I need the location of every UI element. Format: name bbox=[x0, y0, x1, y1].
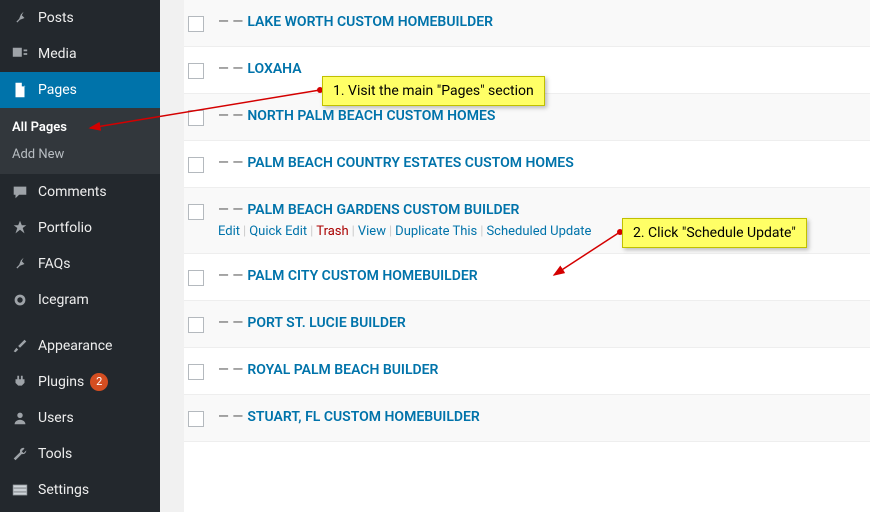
page-row: — —STUART, FL CUSTOM HOMEBUILDER bbox=[184, 395, 870, 442]
row-content: — —LOXAHA bbox=[218, 61, 860, 77]
submenu-all-pages[interactable]: All Pages bbox=[0, 114, 160, 141]
hierarchy-prefix: — — bbox=[218, 202, 243, 218]
sliders-icon bbox=[10, 480, 30, 500]
select-checkbox[interactable] bbox=[188, 16, 204, 32]
sidebar-item-label: Plugins bbox=[38, 374, 84, 390]
sidebar-item-label: Portfolio bbox=[38, 220, 92, 236]
sidebar-item-tools[interactable]: Tools bbox=[0, 436, 160, 472]
admin-sidebar: Posts Media Pages All Pages Add New Comm… bbox=[0, 0, 160, 512]
hierarchy-prefix: — — bbox=[218, 268, 243, 284]
hierarchy-prefix: — — bbox=[218, 155, 243, 171]
pin-icon bbox=[10, 8, 30, 28]
hierarchy-prefix: — — bbox=[218, 362, 243, 378]
action-quick-edit[interactable]: Quick Edit bbox=[249, 224, 307, 239]
brush-icon bbox=[10, 336, 30, 356]
pin-icon bbox=[10, 254, 30, 274]
sidebar-item-label: Icegram bbox=[38, 292, 89, 308]
hierarchy-prefix: — — bbox=[218, 61, 243, 77]
row-content: — —NORTH PALM BEACH CUSTOM HOMES bbox=[218, 108, 860, 124]
hierarchy-prefix: — — bbox=[218, 409, 243, 425]
star-icon bbox=[10, 218, 30, 238]
sidebar-item-comments[interactable]: Comments bbox=[0, 174, 160, 210]
select-checkbox[interactable] bbox=[188, 270, 204, 286]
sidebar-item-label: Appearance bbox=[38, 338, 112, 354]
page-title-link[interactable]: PALM CITY CUSTOM HOMEBUILDER bbox=[247, 268, 477, 284]
page-title-link[interactable]: PORT ST. LUCIE BUILDER bbox=[247, 315, 405, 331]
page-icon bbox=[10, 80, 30, 100]
plug-icon bbox=[10, 372, 30, 392]
sidebar-item-portfolio[interactable]: Portfolio bbox=[0, 210, 160, 246]
submenu-add-new[interactable]: Add New bbox=[0, 141, 160, 168]
sidebar-item-label: Settings bbox=[38, 482, 89, 498]
sidebar-item-icegram[interactable]: Icegram bbox=[0, 282, 160, 318]
row-content: — —PORT ST. LUCIE BUILDER bbox=[218, 315, 860, 331]
sidebar-item-label: Posts bbox=[38, 10, 74, 26]
page-row: — —PORT ST. LUCIE BUILDER bbox=[184, 301, 870, 348]
page-title-link[interactable]: STUART, FL CUSTOM HOMEBUILDER bbox=[247, 409, 479, 425]
select-checkbox[interactable] bbox=[188, 157, 204, 173]
page-title-link[interactable]: NORTH PALM BEACH CUSTOM HOMES bbox=[247, 108, 495, 124]
sidebar-item-label: Users bbox=[38, 410, 74, 426]
callout-schedule-update: 2. Click "Schedule Update" bbox=[622, 218, 807, 248]
plugins-badge: 2 bbox=[90, 373, 108, 391]
select-checkbox[interactable] bbox=[188, 204, 204, 220]
action-scheduled-update[interactable]: Scheduled Update bbox=[486, 224, 591, 239]
sidebar-item-posts[interactable]: Posts bbox=[0, 0, 160, 36]
user-icon bbox=[10, 408, 30, 428]
row-content: — —ROYAL PALM BEACH BUILDER bbox=[218, 362, 860, 378]
wrench-icon bbox=[10, 444, 30, 464]
row-content: — —LAKE WORTH CUSTOM HOMEBUILDER bbox=[218, 14, 860, 30]
page-title-link[interactable]: PALM BEACH COUNTRY ESTATES CUSTOM HOMES bbox=[247, 155, 573, 171]
action-trash[interactable]: Trash bbox=[316, 224, 348, 239]
circle-icon bbox=[10, 290, 30, 310]
select-checkbox[interactable] bbox=[188, 364, 204, 380]
page-title-link[interactable]: PALM BEACH GARDENS CUSTOM BUILDER bbox=[247, 202, 519, 218]
sidebar-submenu-pages: All Pages Add New bbox=[0, 108, 160, 174]
media-icon bbox=[10, 44, 30, 64]
hierarchy-prefix: — — bbox=[218, 315, 243, 331]
sidebar-item-media[interactable]: Media bbox=[0, 36, 160, 72]
select-checkbox[interactable] bbox=[188, 110, 204, 126]
comment-icon bbox=[10, 182, 30, 202]
page-row: — —LAKE WORTH CUSTOM HOMEBUILDER bbox=[184, 0, 870, 47]
sidebar-item-label: Comments bbox=[38, 184, 107, 200]
row-content: — —STUART, FL CUSTOM HOMEBUILDER bbox=[218, 409, 860, 425]
page-row: — —PALM CITY CUSTOM HOMEBUILDER bbox=[184, 254, 870, 301]
sidebar-item-pages[interactable]: Pages bbox=[0, 72, 160, 108]
sidebar-item-settings[interactable]: Settings bbox=[0, 472, 160, 508]
hierarchy-prefix: — — bbox=[218, 108, 243, 124]
page-title-link[interactable]: LOXAHA bbox=[247, 61, 301, 77]
page-title-link[interactable]: ROYAL PALM BEACH BUILDER bbox=[247, 362, 438, 378]
action-edit[interactable]: Edit bbox=[218, 224, 240, 239]
action-view[interactable]: View bbox=[358, 224, 386, 239]
page-row: — —PALM BEACH COUNTRY ESTATES CUSTOM HOM… bbox=[184, 141, 870, 188]
callout-pages: 1. Visit the main "Pages" section bbox=[322, 76, 545, 106]
row-content: — —PALM BEACH COUNTRY ESTATES CUSTOM HOM… bbox=[218, 155, 860, 171]
sidebar-item-users[interactable]: Users bbox=[0, 400, 160, 436]
sidebar-item-label: Tools bbox=[38, 446, 72, 462]
hierarchy-prefix: — — bbox=[218, 14, 243, 30]
sidebar-item-label: FAQs bbox=[38, 256, 71, 272]
select-checkbox[interactable] bbox=[188, 411, 204, 427]
sidebar-item-plugins[interactable]: Plugins 2 bbox=[0, 364, 160, 400]
sidebar-item-label: Pages bbox=[38, 82, 77, 98]
action-duplicate[interactable]: Duplicate This bbox=[395, 224, 477, 239]
page-row: — —ROYAL PALM BEACH BUILDER bbox=[184, 348, 870, 395]
sidebar-item-appearance[interactable]: Appearance bbox=[0, 328, 160, 364]
sidebar-item-label: Media bbox=[38, 46, 77, 62]
sidebar-item-faqs[interactable]: FAQs bbox=[0, 246, 160, 282]
select-checkbox[interactable] bbox=[188, 317, 204, 333]
page-title-link[interactable]: LAKE WORTH CUSTOM HOMEBUILDER bbox=[247, 14, 493, 30]
row-content: — —PALM CITY CUSTOM HOMEBUILDER bbox=[218, 268, 860, 284]
select-checkbox[interactable] bbox=[188, 63, 204, 79]
